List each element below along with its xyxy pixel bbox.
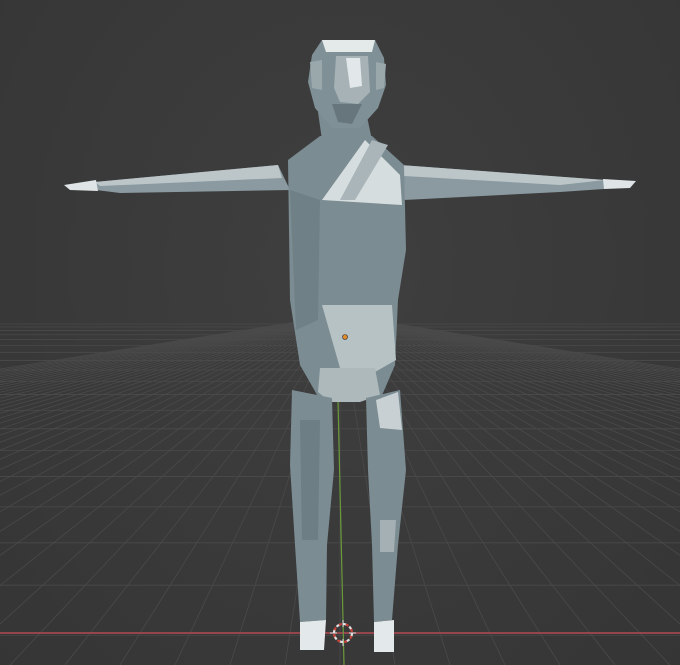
left-foot	[300, 620, 326, 650]
grid-line	[0, 321, 329, 513]
left-hand	[64, 180, 98, 191]
grid-line	[9, 321, 334, 665]
viewport-canvas[interactable]	[0, 0, 680, 665]
3d-viewport[interactable]	[0, 0, 680, 665]
grid-line	[0, 321, 324, 460]
head-top	[322, 40, 375, 52]
right-foot	[374, 620, 394, 652]
right-hand	[603, 179, 636, 189]
grid-line	[357, 321, 680, 451]
left-leg-shadow	[300, 420, 320, 540]
grid-line	[0, 321, 326, 482]
grid-line	[356, 321, 680, 460]
grid-line	[0, 321, 327, 496]
grid-line	[0, 321, 322, 443]
grid-line	[0, 321, 323, 451]
right-knee-detail	[380, 520, 396, 552]
grid-line	[358, 321, 680, 443]
object-origin-icon[interactable]	[342, 334, 348, 340]
